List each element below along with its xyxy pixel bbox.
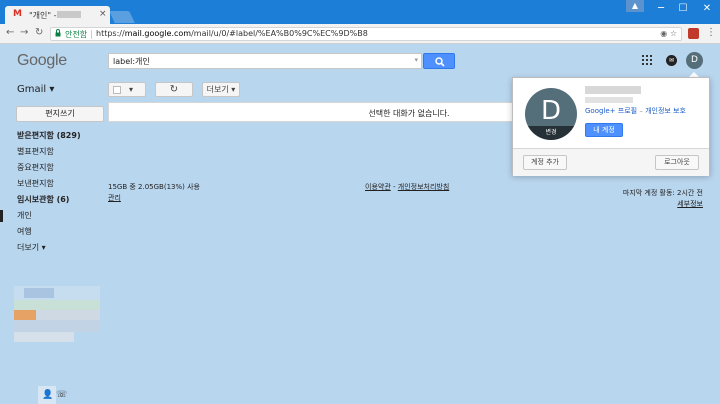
- url-text: https://mail.google.com/mail/u/0/#label/…: [96, 29, 368, 38]
- bookmark-star-icon[interactable]: ◉ ☆: [660, 29, 677, 38]
- gmail-favicon-icon: M: [13, 9, 22, 19]
- my-account-button[interactable]: 내 계정: [585, 123, 623, 137]
- storage-usage: 15GB 중 2.05GB(13%) 사용: [108, 183, 200, 191]
- contacts-phone-icons[interactable]: 👤 ☏: [42, 390, 67, 400]
- last-activity-text: 마지막 계정 활동: 2시간 전: [622, 189, 703, 197]
- search-query: label:개인: [113, 57, 150, 66]
- new-tab-button[interactable]: [109, 11, 135, 23]
- policy-separator: -: [390, 183, 398, 191]
- label-nav: 받은편지함 (829) 별표편지함 중요편지함 보낸편지함 임시보관함 (6) …: [0, 128, 104, 256]
- browser-menu-icon[interactable]: ⋮: [706, 27, 716, 38]
- browser-toolbar: ← → ↻ 안전함 https://mail.google.com/mail/u…: [0, 24, 720, 44]
- terms-link[interactable]: 이용약관: [365, 183, 391, 191]
- storage-info: 15GB 중 2.05GB(13%) 사용 관리: [108, 182, 200, 203]
- google-logo[interactable]: Google: [17, 52, 67, 70]
- select-button[interactable]: ▾: [108, 82, 146, 97]
- account-avatar[interactable]: D: [686, 52, 703, 69]
- back-icon[interactable]: ←: [6, 27, 14, 38]
- google-plus-profile-link[interactable]: Google+ 프로필: [585, 107, 637, 115]
- sidebar-item-important[interactable]: 중요편지함: [0, 160, 104, 176]
- account-photo[interactable]: D 변경: [525, 88, 577, 140]
- sidebar-item-inbox[interactable]: 받은편지함 (829): [0, 128, 104, 144]
- account-name-redacted: [585, 86, 641, 94]
- compose-button[interactable]: 편지쓰기: [16, 106, 104, 122]
- maximize-icon[interactable]: ☐: [674, 3, 692, 14]
- change-photo-label[interactable]: 변경: [525, 126, 577, 140]
- notifications-icon[interactable]: ✉: [666, 55, 677, 66]
- close-window-icon[interactable]: ✕: [698, 3, 716, 14]
- add-account-button[interactable]: 계정 추가: [523, 155, 567, 170]
- search-button[interactable]: [423, 53, 455, 69]
- address-bar[interactable]: 안전함 https://mail.google.com/mail/u/0/#la…: [50, 27, 682, 41]
- search-options-icon[interactable]: ▾: [414, 56, 418, 64]
- account-email-redacted: [585, 97, 633, 103]
- tab-title-redacted: [57, 11, 81, 18]
- reload-icon[interactable]: ↻: [35, 27, 43, 38]
- policy-links: 이용약관 - 개인정보처리방침: [365, 182, 449, 192]
- sidebar-item-drafts[interactable]: 임시보관함 (6): [0, 192, 104, 208]
- account-photo-letter: D: [540, 96, 562, 126]
- privacy-policy-link[interactable]: 개인정보처리방침: [398, 183, 450, 191]
- hangouts-contacts-redacted: [14, 286, 100, 346]
- address-separator: [91, 30, 92, 39]
- browser-tab-gmail[interactable]: M "개인" - ×: [5, 6, 110, 24]
- account-popup: D 변경 Google+ 프로필 – 개인정보 보호 내 계정 계정 추가 로그…: [512, 77, 710, 176]
- gmail-app-switcher[interactable]: Gmail ▾: [17, 84, 54, 95]
- forward-icon[interactable]: →: [20, 27, 28, 38]
- manage-storage-link[interactable]: 관리: [108, 194, 121, 202]
- search-icon: [435, 57, 445, 67]
- select-checkbox[interactable]: [113, 86, 121, 94]
- extension-icon[interactable]: [688, 28, 699, 39]
- lock-icon: [55, 29, 61, 39]
- last-activity-info: 마지막 계정 활동: 2시간 전 세부정보: [623, 188, 703, 209]
- apps-grid-icon[interactable]: [642, 55, 652, 65]
- profile-links: Google+ 프로필 – 개인정보 보호: [585, 106, 686, 116]
- profile-user-icon[interactable]: ▲: [626, 0, 644, 12]
- security-label: 안전함: [65, 30, 88, 39]
- browser-titlebar: M "개인" - × ▲ ─ ☐ ✕: [0, 0, 720, 24]
- minimize-icon[interactable]: ─: [652, 3, 670, 14]
- tab-close-icon[interactable]: ×: [99, 9, 107, 19]
- more-actions-button[interactable]: 더보기 ▾: [202, 82, 240, 97]
- sidebar-item-personal[interactable]: 개인: [0, 208, 104, 224]
- profile-links-separator: –: [637, 107, 646, 115]
- sidebar-item-starred[interactable]: 별표편지함: [0, 144, 104, 160]
- activity-details-link[interactable]: 세부정보: [677, 200, 703, 208]
- popup-footer: 계정 추가 로그아웃: [513, 148, 709, 176]
- logout-button[interactable]: 로그아웃: [655, 155, 699, 170]
- sidebar-item-more[interactable]: 더보기 ▾: [0, 240, 104, 256]
- select-caret-icon: ▾: [129, 85, 134, 94]
- search-input[interactable]: label:개인 ▾: [108, 53, 422, 69]
- refresh-button[interactable]: ↻: [155, 82, 193, 97]
- tab-title: "개인" -: [29, 11, 57, 20]
- sidebar-item-sent[interactable]: 보낸편지함: [0, 176, 104, 192]
- privacy-link[interactable]: 개인정보 보호: [645, 107, 686, 115]
- sidebar-item-travel[interactable]: 여행: [0, 224, 104, 240]
